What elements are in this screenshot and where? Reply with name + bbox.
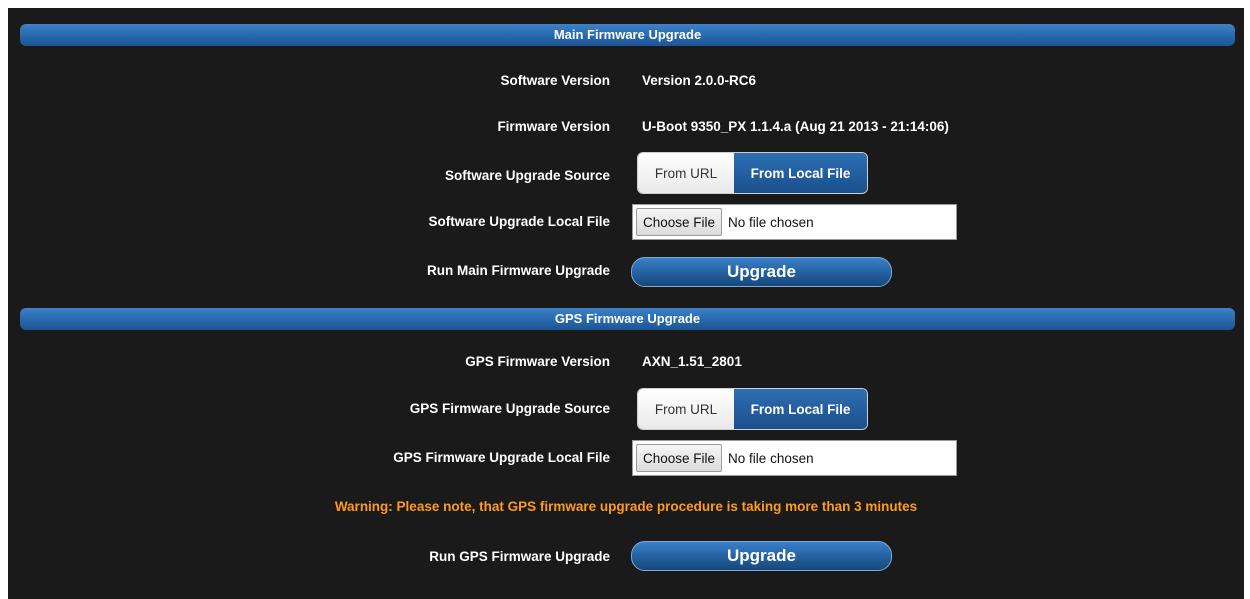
software-version-label: Software Version xyxy=(500,73,610,88)
run-gps-firmware-upgrade-label: Run GPS Firmware Upgrade xyxy=(429,549,610,564)
main-upgrade-button[interactable]: Upgrade xyxy=(631,257,892,287)
gps-upgrade-local-file-label: GPS Firmware Upgrade Local File xyxy=(393,450,610,465)
software-upgrade-source-label: Software Upgrade Source xyxy=(444,168,610,183)
gps-upgrade-source-toggle: From URL From Local File xyxy=(637,388,868,430)
gps-firmware-version-value: AXN_1.51_2801 xyxy=(642,354,742,369)
gps-source-from-url-option[interactable]: From URL xyxy=(638,389,734,429)
source-from-local-file-option[interactable]: From Local File xyxy=(734,153,867,193)
firmware-version-value: U-Boot 9350_PX 1.1.4.a (Aug 21 2013 - 21… xyxy=(642,119,949,134)
file-status-text: No file chosen xyxy=(728,214,814,230)
gps-warning-text: Warning: Please note, that GPS firmware … xyxy=(334,499,918,514)
gps-source-from-local-file-option[interactable]: From Local File xyxy=(734,389,867,429)
gps-upgrade-source-label: GPS Firmware Upgrade Source xyxy=(409,401,610,416)
gps-upgrade-button[interactable]: Upgrade xyxy=(631,541,892,571)
software-file-input: Choose File No file chosen xyxy=(632,204,957,240)
firmware-panel: Main Firmware Upgrade Software Version V… xyxy=(8,8,1244,599)
source-from-url-option[interactable]: From URL xyxy=(638,153,734,193)
software-upgrade-local-file-label: Software Upgrade Local File xyxy=(428,214,610,229)
main-firmware-header: Main Firmware Upgrade xyxy=(20,24,1235,46)
gps-firmware-version-label: GPS Firmware Version xyxy=(465,354,610,369)
run-main-firmware-upgrade-label: Run Main Firmware Upgrade xyxy=(426,263,610,278)
gps-firmware-header: GPS Firmware Upgrade xyxy=(20,308,1235,330)
software-version-value: Version 2.0.0-RC6 xyxy=(642,73,757,88)
gps-choose-file-button[interactable]: Choose File xyxy=(636,444,723,472)
choose-file-button[interactable]: Choose File xyxy=(636,208,723,236)
gps-file-input: Choose File No file chosen xyxy=(632,440,957,476)
gps-file-status-text: No file chosen xyxy=(728,450,814,466)
software-upgrade-source-toggle: From URL From Local File xyxy=(637,152,868,194)
firmware-version-label: Firmware Version xyxy=(497,119,610,134)
